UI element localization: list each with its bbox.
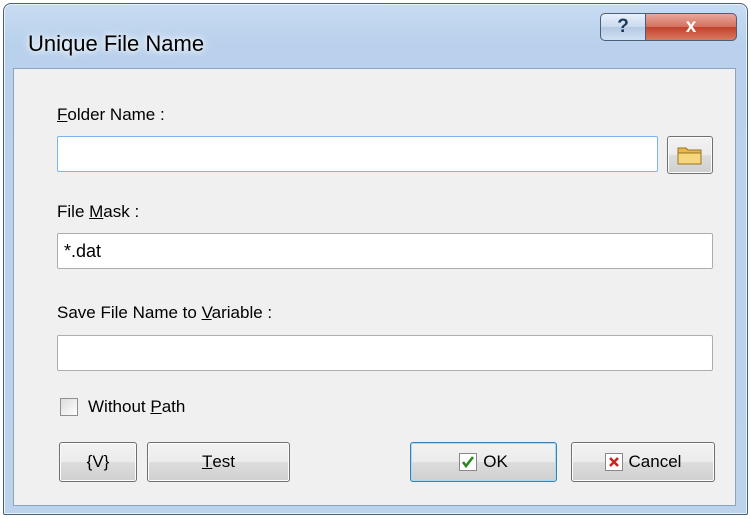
close-button[interactable]: x xyxy=(645,13,737,41)
file-mask-input[interactable]: *.dat xyxy=(57,233,713,269)
file-mask-label: File Mask : xyxy=(57,202,140,221)
folder-name-label: Folder Name : xyxy=(57,105,165,124)
dialog-client-area xyxy=(13,68,736,506)
cancel-button[interactable]: Cancel xyxy=(571,442,715,482)
cancel-x-icon xyxy=(604,453,623,471)
ok-button[interactable]: OK xyxy=(410,442,557,482)
browse-folder-button[interactable] xyxy=(667,136,713,174)
folder-name-input[interactable] xyxy=(57,136,658,172)
variable-input[interactable] xyxy=(57,335,713,371)
help-button[interactable]: ? xyxy=(600,13,646,41)
variables-button[interactable]: {V} xyxy=(59,442,137,482)
folder-icon xyxy=(677,147,702,165)
checkmark-icon xyxy=(459,453,478,471)
variable-label: Save File Name to Variable : xyxy=(57,303,273,322)
dialog-title: Unique File Name xyxy=(28,31,205,56)
without-path-checkbox[interactable] xyxy=(60,398,78,416)
close-icon: x xyxy=(685,16,697,37)
help-icon: ? xyxy=(617,16,629,37)
test-button[interactable]: Test xyxy=(147,442,290,482)
without-path-label[interactable]: Without Path xyxy=(88,397,185,417)
